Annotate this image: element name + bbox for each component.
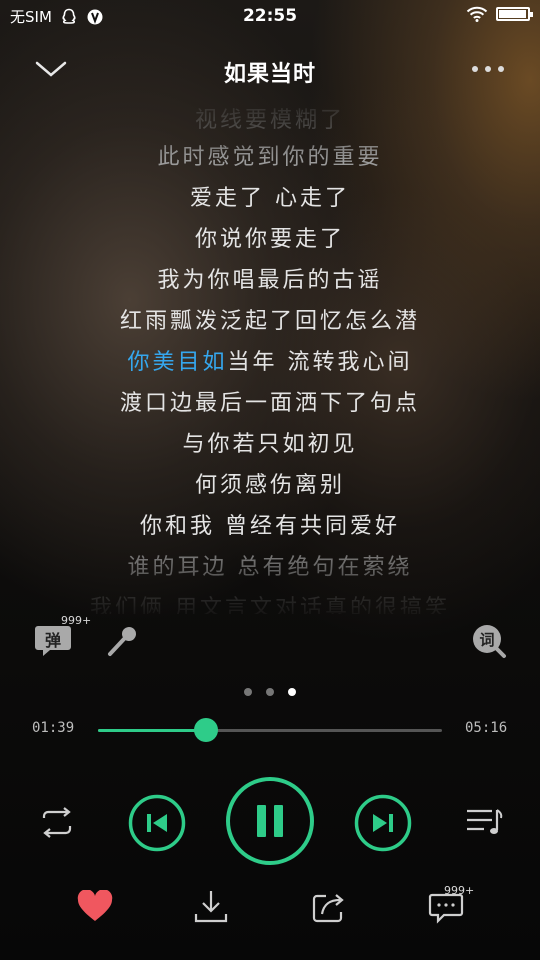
status-bar: 无SIM 22:55: [0, 0, 540, 34]
player-header: 如果当时: [0, 44, 540, 94]
previous-track-icon[interactable]: [128, 794, 186, 852]
lyrics-panel[interactable]: 视线要模糊了 此时感觉到你的重要 爱走了 心走了 你说你要走了 我为你唱最后的古…: [0, 98, 540, 614]
page-dot-active[interactable]: [288, 688, 296, 696]
lyric-line: 此时感觉到你的重要: [157, 145, 383, 170]
lyric-line: 视线要模糊了: [194, 108, 345, 133]
microphone-icon[interactable]: [104, 622, 142, 660]
wifi-icon: [466, 6, 488, 22]
lyric-icon-label: 词: [479, 631, 495, 649]
lyric-unsung-part: 当年 流转我心间: [227, 350, 413, 375]
clock: 22:55: [242, 6, 298, 26]
lyric-line: 我们俩 用文言文对话真的很搞笑: [90, 596, 450, 614]
lyric-line: 我为你唱最后的古谣: [157, 268, 383, 293]
playlist-icon[interactable]: [464, 806, 504, 838]
lyric-sung-part: 你美目如: [127, 350, 228, 375]
current-lyric-line: 你美目如当年 流转我心间: [0, 344, 540, 376]
battery-icon: [496, 7, 533, 21]
lyric-line: 何须感伤离别: [194, 473, 345, 498]
like-heart-icon[interactable]: [76, 890, 114, 924]
lyric-line: 你和我 曾经有共同爱好: [140, 514, 400, 539]
progress-fill: [98, 729, 206, 732]
lyric-line: 红雨瓢泼泛起了回忆怎么潜: [119, 309, 420, 334]
lyric-line: 爱走了 心走了: [190, 186, 350, 211]
more-options-icon[interactable]: [470, 60, 506, 78]
total-time: 05:16: [465, 720, 508, 736]
battery-level: [499, 10, 526, 18]
page-dot[interactable]: [244, 688, 252, 696]
lyric-line: 渡口边最后一面洒下了句点: [119, 391, 420, 416]
download-icon[interactable]: [192, 888, 230, 924]
elapsed-time: 01:39: [32, 720, 75, 736]
pause-icon[interactable]: [225, 776, 315, 866]
lyric-line: 谁的耳边 总有绝句在萦绕: [127, 555, 413, 580]
lyric-search-button[interactable]: 词: [470, 622, 508, 660]
page-indicator: [0, 688, 540, 696]
next-track-icon[interactable]: [354, 794, 412, 852]
repeat-mode-icon[interactable]: [36, 806, 78, 840]
danmaku-button[interactable]: 弹: [34, 622, 72, 658]
danmaku-count-badge: 999+: [61, 614, 92, 627]
progress-track[interactable]: [98, 718, 442, 742]
progress-knob[interactable]: [193, 718, 218, 742]
song-title: 如果当时: [223, 62, 316, 87]
lyric-line: 与你若只如初见: [182, 432, 358, 457]
share-icon[interactable]: [310, 890, 348, 924]
comment-count-badge: 999+: [444, 884, 475, 897]
page-dot[interactable]: [266, 688, 274, 696]
danmaku-label: 弹: [44, 631, 61, 650]
lyric-line: 你说你要走了: [194, 227, 345, 252]
